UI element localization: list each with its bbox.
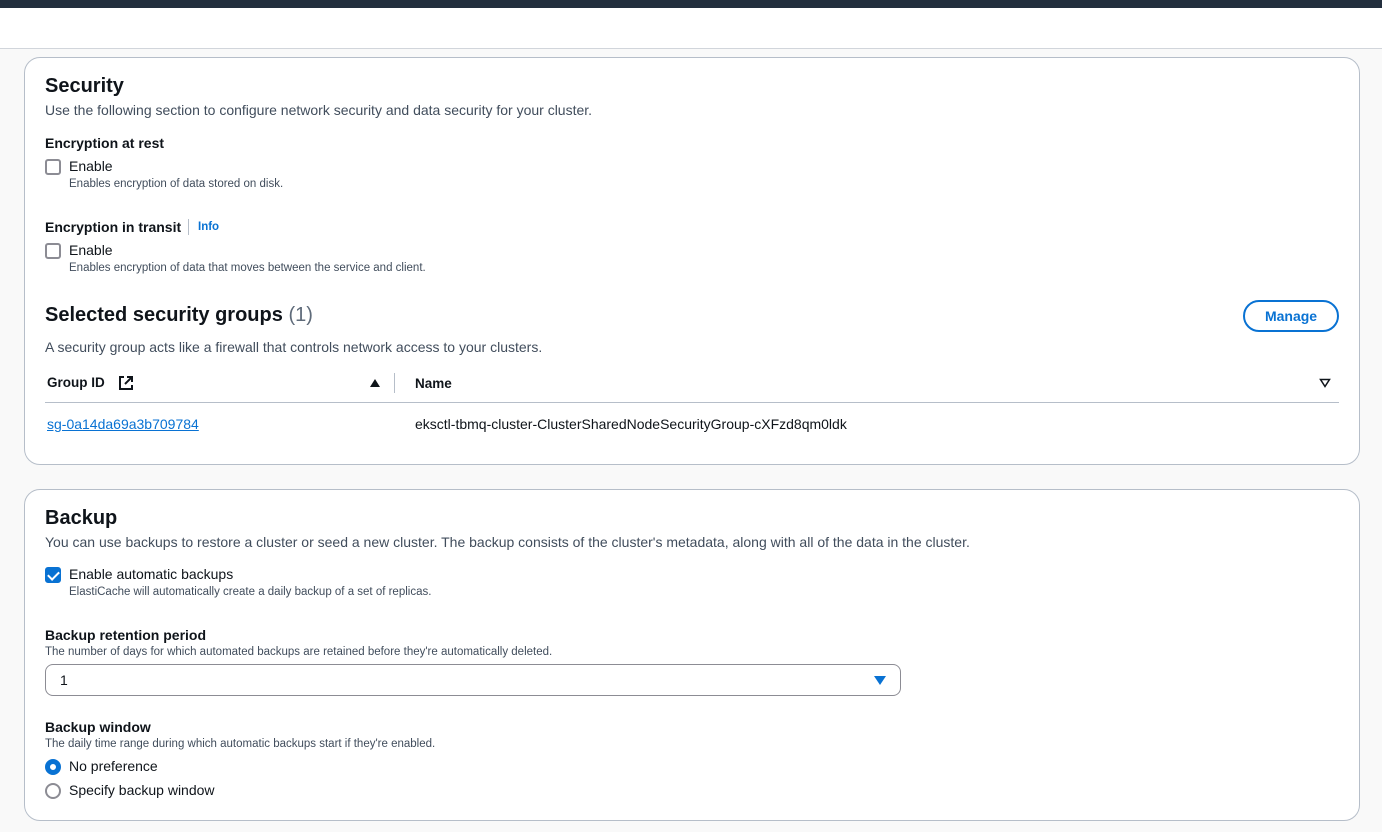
encryption-in-transit-label: Encryption in transit	[45, 219, 182, 235]
security-panel: Security Use the following section to co…	[24, 57, 1360, 465]
security-title: Security	[45, 75, 124, 97]
sort-icon[interactable]	[1319, 378, 1331, 388]
retention-label: Backup retention period	[45, 627, 207, 643]
radio-specify-window-label[interactable]: Specify backup window	[69, 782, 215, 798]
radio-specify-window[interactable]	[45, 783, 61, 799]
backup-window-label: Backup window	[45, 719, 151, 735]
retention-select[interactable]: 1	[45, 664, 901, 696]
table-header-divider	[45, 402, 1339, 403]
security-groups-count: (1)	[288, 304, 313, 326]
security-description: Use the following section to configure n…	[45, 102, 593, 118]
column-header-name[interactable]: Name	[415, 376, 452, 391]
retention-value: 1	[60, 672, 68, 688]
security-group-name: eksctl-tbmq-cluster-ClusterSharedNodeSec…	[415, 416, 847, 432]
encryption-at-rest-enable-label[interactable]: Enable	[69, 158, 113, 174]
manage-button[interactable]: Manage	[1243, 300, 1339, 332]
backup-title: Backup	[45, 507, 118, 529]
external-link-icon[interactable]	[118, 375, 134, 391]
retention-help: The number of days for which automated b…	[45, 646, 553, 658]
top-nav-bar	[0, 0, 1382, 8]
encryption-in-transit-enable-label[interactable]: Enable	[69, 242, 113, 258]
radio-no-preference[interactable]	[45, 759, 61, 775]
encryption-at-rest-label: Encryption at rest	[45, 135, 165, 151]
encryption-in-transit-info-link[interactable]: Info	[198, 221, 219, 233]
auto-backup-help: ElastiCache will automatically create a …	[69, 586, 432, 598]
column-divider[interactable]	[394, 373, 395, 393]
auto-backup-checkbox[interactable]	[45, 567, 61, 583]
security-groups-title: Selected security groups (1)	[45, 304, 313, 326]
auto-backup-label[interactable]: Enable automatic backups	[69, 566, 233, 582]
sub-header-bar	[0, 8, 1382, 49]
encryption-in-transit-help: Enables encryption of data that moves be…	[69, 262, 426, 274]
sort-ascending-icon[interactable]	[369, 378, 381, 388]
radio-no-preference-label[interactable]: No preference	[69, 758, 158, 774]
encryption-in-transit-checkbox[interactable]	[45, 243, 61, 259]
encryption-at-rest-checkbox[interactable]	[45, 159, 61, 175]
security-group-id-link[interactable]: sg-0a14da69a3b709784	[47, 416, 199, 432]
security-groups-description: A security group acts like a firewall th…	[45, 339, 543, 355]
encryption-at-rest-help: Enables encryption of data stored on dis…	[69, 178, 284, 190]
label-separator	[188, 219, 189, 235]
backup-window-help: The daily time range during which automa…	[45, 738, 436, 750]
caret-down-icon	[874, 676, 886, 685]
column-header-group-id[interactable]: Group ID	[47, 375, 105, 390]
backup-panel: Backup You can use backups to restore a …	[24, 489, 1360, 821]
backup-description: You can use backups to restore a cluster…	[45, 534, 970, 550]
